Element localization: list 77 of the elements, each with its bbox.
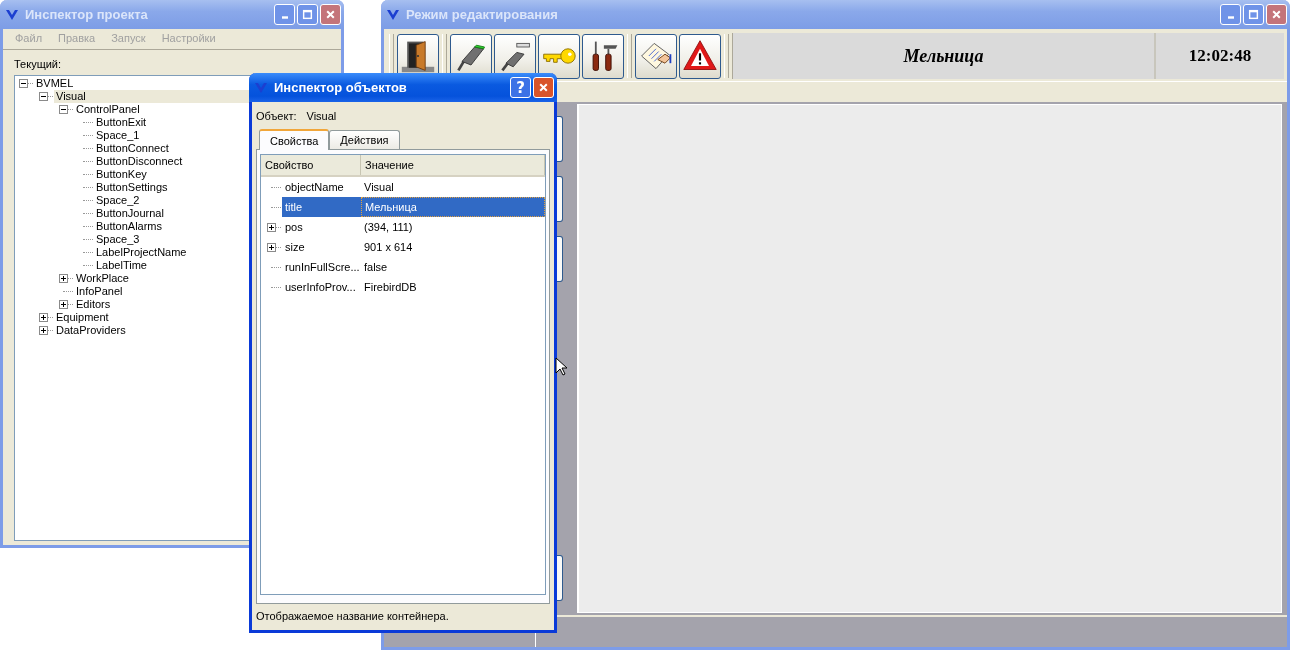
tree-item[interactable]: WorkPlace: [74, 272, 249, 285]
logo-icon: [254, 81, 268, 94]
current-label: Текущий:: [14, 58, 63, 70]
tree-item[interactable]: ButtonExit: [94, 116, 249, 129]
property-name[interactable]: userInfoProv...: [282, 277, 361, 297]
tab[interactable]: Свойства: [259, 129, 330, 150]
column-header[interactable]: Свойство: [261, 155, 361, 175]
property-value[interactable]: (394, 111): [361, 217, 545, 237]
maximize-icon: [302, 9, 313, 20]
column-header[interactable]: Значение: [361, 155, 545, 175]
property-name[interactable]: runInFullScre...: [282, 257, 361, 277]
collapse-icon[interactable]: [59, 105, 68, 114]
tree-item[interactable]: ButtonDisconnect: [94, 155, 249, 168]
property-value[interactable]: Мельница: [361, 197, 545, 217]
close-icon: [1271, 9, 1282, 20]
tree-item[interactable]: ButtonAlarms: [94, 220, 249, 233]
help-button[interactable]: ?: [510, 77, 531, 98]
minimize-icon: [1227, 16, 1234, 19]
clock-time: 12:02:48: [1188, 46, 1252, 66]
key-button[interactable]: [538, 33, 580, 79]
tree-item[interactable]: ButtonKey: [94, 168, 249, 181]
tree-item[interactable]: Equipment: [54, 311, 249, 324]
object-label: Объект:: [256, 110, 297, 124]
expand-icon[interactable]: [267, 242, 276, 252]
minimize-button[interactable]: [274, 4, 295, 25]
property-value[interactable]: FirebirdDB: [361, 277, 545, 297]
tree-item[interactable]: Editors: [74, 298, 249, 311]
object-name: Visual: [306, 110, 337, 124]
close-button[interactable]: [1266, 4, 1287, 25]
window-title: Инспектор проекта: [25, 7, 149, 22]
minimize-button[interactable]: [1220, 4, 1241, 25]
tree-item[interactable]: ButtonSettings: [94, 181, 249, 194]
tree-item[interactable]: Space_2: [94, 194, 249, 207]
close-icon: [325, 9, 336, 20]
maximize-icon: [1248, 9, 1259, 20]
property-value[interactable]: false: [361, 257, 545, 277]
expand-icon[interactable]: [59, 274, 68, 283]
close-button[interactable]: [533, 77, 554, 98]
minimize-icon: [281, 16, 288, 19]
collapse-icon[interactable]: [19, 79, 28, 88]
expand-icon[interactable]: [59, 300, 68, 309]
property-name[interactable]: pos: [282, 217, 361, 237]
tree-item[interactable]: Space_1: [94, 129, 249, 142]
mouse-pointer-icon: [555, 357, 567, 376]
expand-icon[interactable]: [267, 222, 276, 232]
collapse-icon[interactable]: [39, 92, 48, 101]
journal-button[interactable]: [635, 33, 677, 79]
tree-item[interactable]: ButtonConnect: [94, 142, 249, 155]
window-title: Режим редактирования: [406, 7, 559, 22]
tree-item[interactable]: ControlPanel: [74, 103, 249, 116]
tree-item[interactable]: InfoPanel: [74, 285, 249, 298]
property-value[interactable]: Visual: [361, 177, 545, 197]
project-name: Мельница: [903, 45, 984, 67]
property-name[interactable]: title: [282, 197, 361, 217]
expand-icon[interactable]: [39, 313, 48, 322]
tree-item[interactable]: LabelTime: [94, 259, 249, 272]
settings-button[interactable]: [582, 33, 624, 79]
close-button[interactable]: [320, 4, 341, 25]
maximize-button[interactable]: [1243, 4, 1264, 25]
property-value[interactable]: 901 x 614: [361, 237, 545, 257]
tree-item[interactable]: Space_3: [94, 233, 249, 246]
tree-item[interactable]: ButtonJournal: [94, 207, 249, 220]
tree-item[interactable]: BVMEL: [34, 77, 249, 90]
maximize-button[interactable]: [297, 4, 318, 25]
logo-icon: [386, 8, 400, 21]
tree-item[interactable]: DataProviders: [54, 324, 249, 337]
tree-item[interactable]: Visual: [54, 90, 249, 103]
alarms-button[interactable]: [679, 33, 721, 79]
logo-icon: [5, 8, 19, 21]
expand-icon[interactable]: [39, 326, 48, 335]
tree-item[interactable]: LabelProjectName: [94, 246, 249, 259]
property-description: Отображаемое название контейнера.: [256, 610, 450, 624]
tab[interactable]: Действия: [329, 130, 400, 149]
window-title: Инспектор объектов: [274, 80, 408, 95]
property-name[interactable]: objectName: [282, 177, 361, 197]
close-icon: [538, 82, 549, 93]
property-name[interactable]: size: [282, 237, 361, 257]
